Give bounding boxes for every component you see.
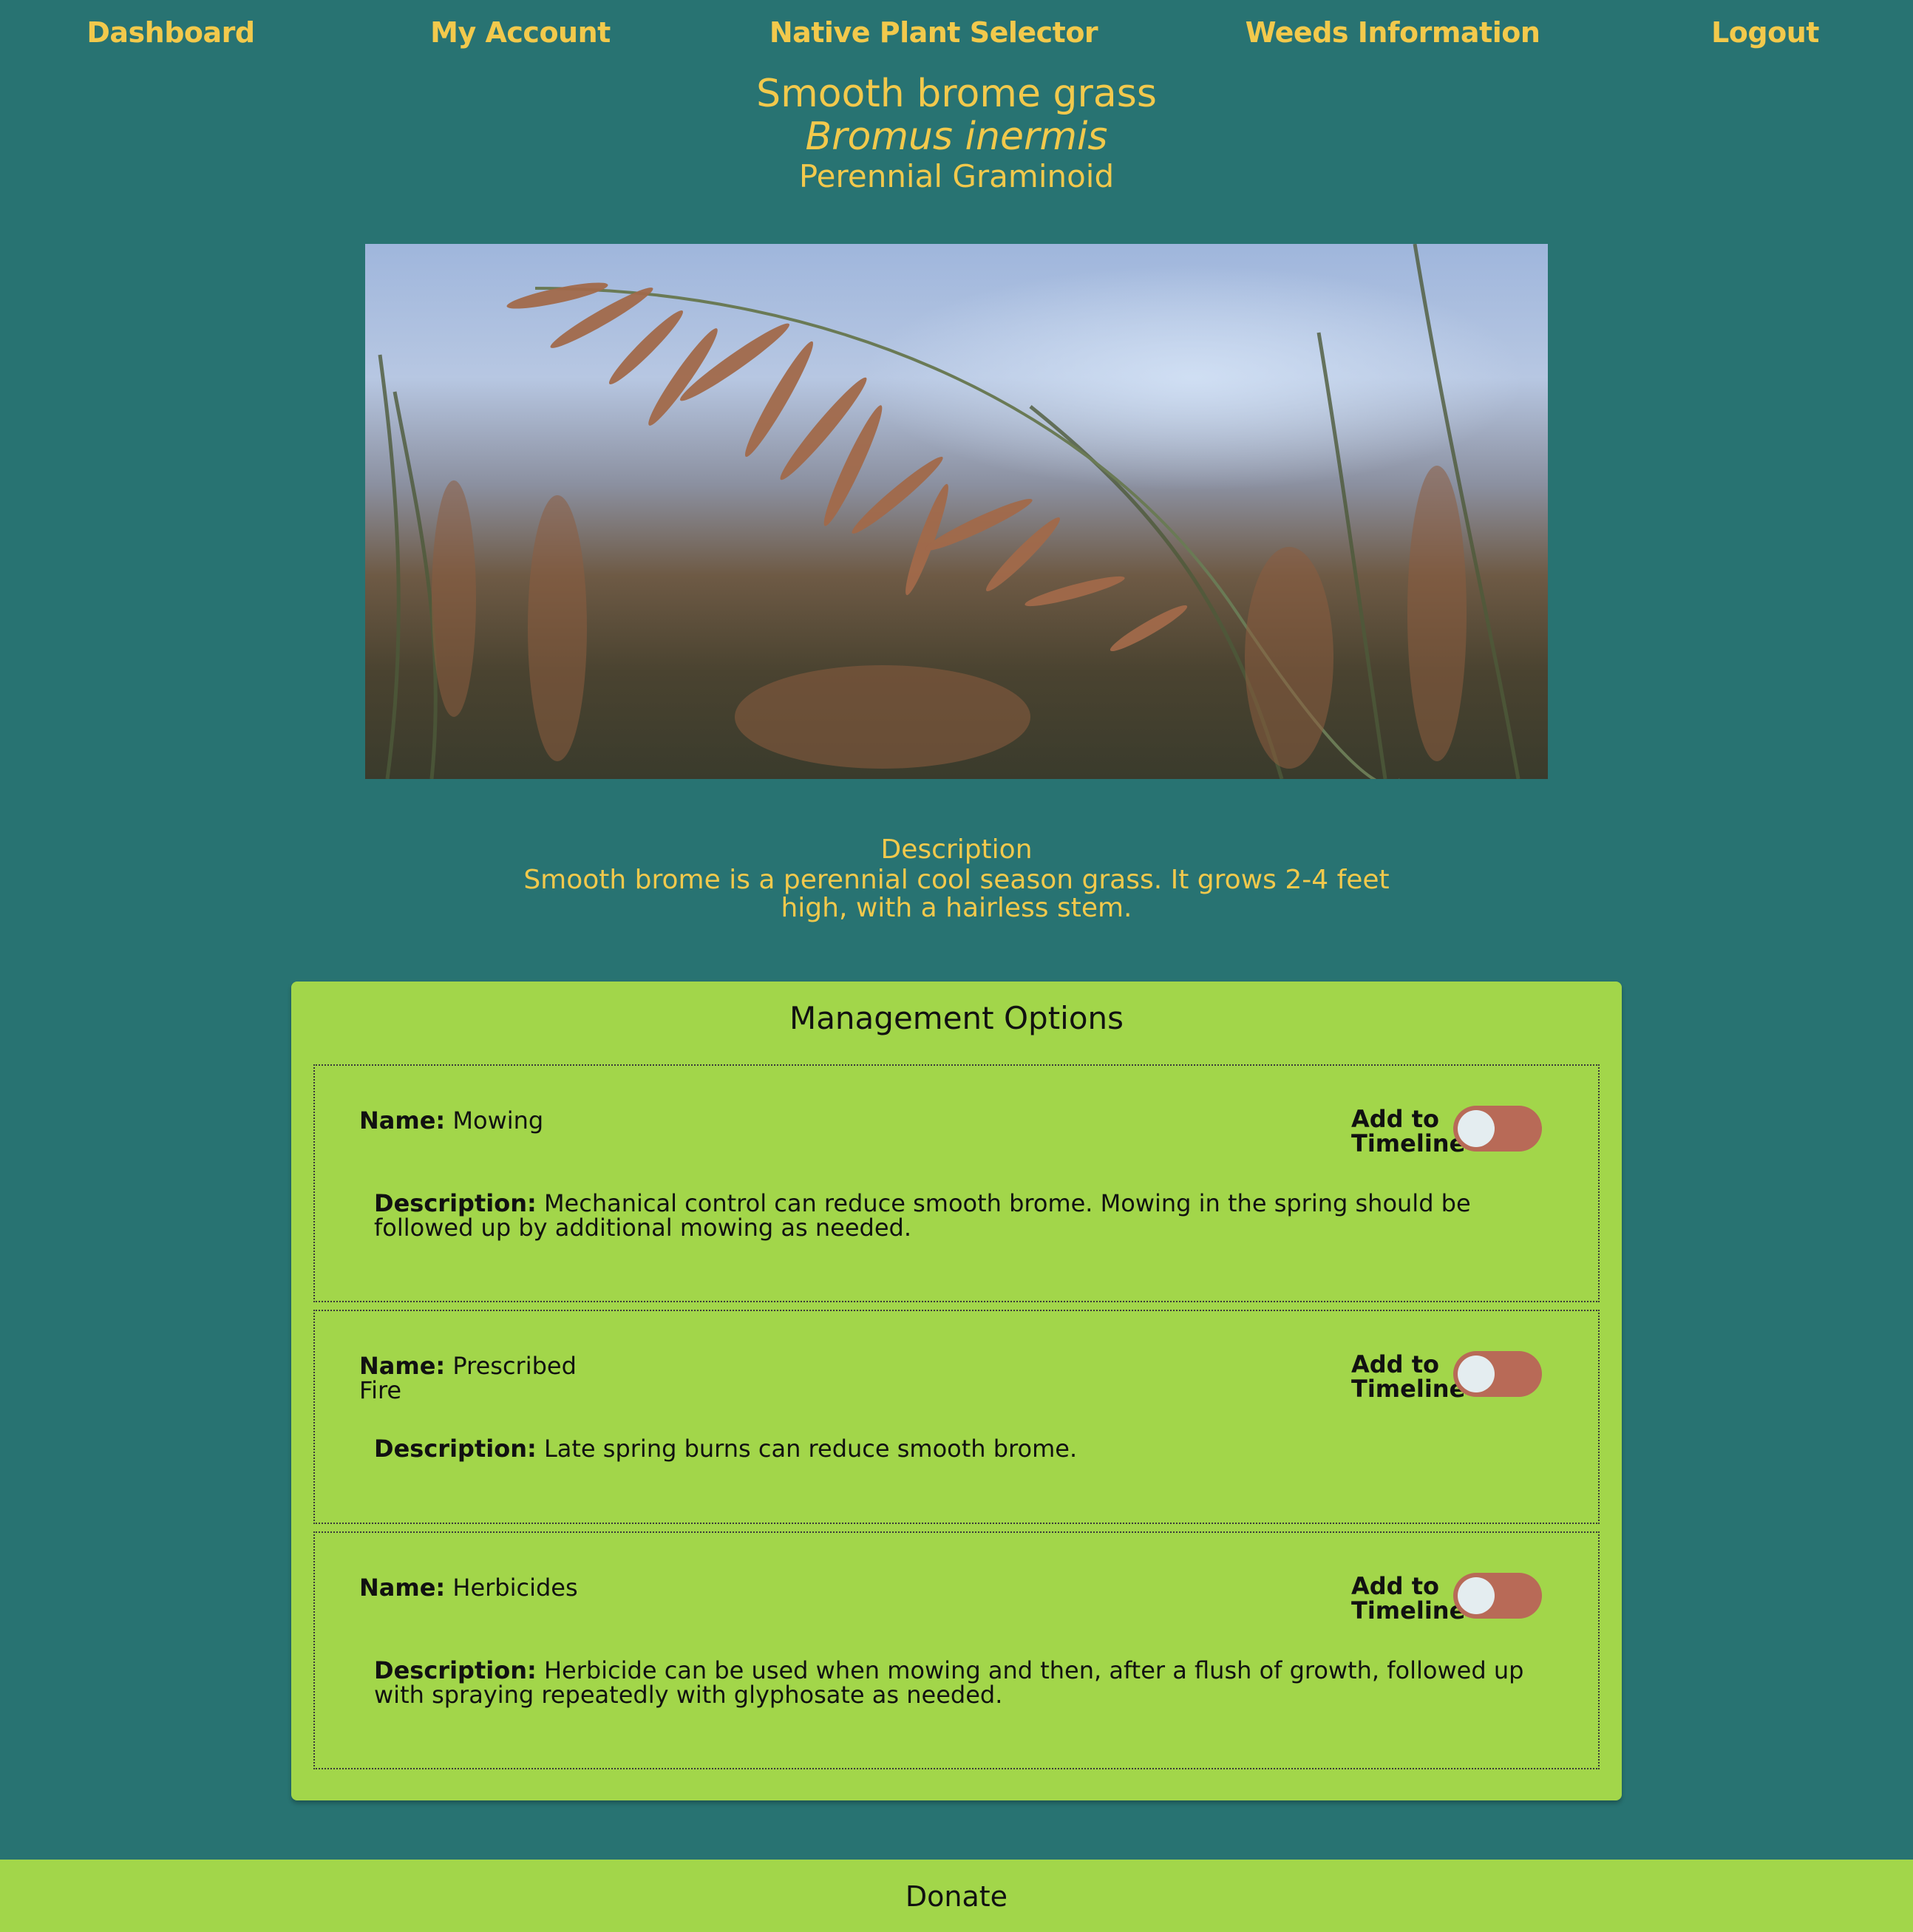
- option-description-text: Late spring burns can reduce smooth brom…: [543, 1435, 1078, 1463]
- nav-native-plant-selector-link[interactable]: Native Plant Selector: [769, 16, 1098, 49]
- plant-description-text: Smooth brome is a perennial cool season …: [523, 865, 1390, 923]
- option-name: Name: Herbicides: [359, 1576, 581, 1600]
- management-options-title: Management Options: [789, 1000, 1124, 1036]
- option-description-text: Mechanical control can reduce smooth bro…: [374, 1189, 1471, 1242]
- toggle-knob: [1458, 1110, 1495, 1147]
- option-description: Description: Mechanical control can redu…: [374, 1191, 1557, 1240]
- option-name-label: Name:: [359, 1106, 446, 1135]
- nav-logout-link[interactable]: Logout: [1711, 16, 1819, 49]
- plant-photo: [365, 244, 1548, 779]
- add-to-timeline-toggle[interactable]: [1453, 1573, 1542, 1619]
- management-options-panel: Management Options Name: Mowing Add to T…: [291, 982, 1622, 1800]
- plant-type: Perennial Graminoid: [798, 158, 1115, 194]
- nav-dashboard-link[interactable]: Dashboard: [86, 16, 255, 49]
- add-to-timeline-label: Add to Timeline: [1351, 1572, 1466, 1625]
- add-to-timeline-toggle[interactable]: [1453, 1351, 1542, 1397]
- add-to-timeline-toggle[interactable]: [1453, 1106, 1542, 1152]
- plant-common-name: Smooth brome grass: [756, 72, 1157, 116]
- nav-my-account-link[interactable]: My Account: [430, 16, 611, 49]
- donate-link[interactable]: Donate: [905, 1880, 1008, 1913]
- management-option-mowing: Name: Mowing Add to Timeline Description…: [313, 1064, 1600, 1302]
- toggle-knob: [1458, 1577, 1495, 1614]
- management-option-prescribed-fire: Name: Prescribed Fire Add to Timeline De…: [313, 1310, 1600, 1524]
- plant-header: Smooth brome grass Bromus inermis Perenn…: [0, 70, 1913, 197]
- nav-weeds-information-link[interactable]: Weeds Information: [1246, 16, 1540, 49]
- footer-bar: Donate: [0, 1860, 1913, 1932]
- option-description: Description: Herbicide can be used when …: [374, 1659, 1557, 1707]
- option-description-text: Herbicide can be used when mowing and th…: [374, 1656, 1524, 1709]
- option-name: Name: Mowing: [359, 1109, 581, 1133]
- option-name-value: Herbicides: [452, 1574, 578, 1602]
- top-nav: Dashboard My Account Native Plant Select…: [0, 0, 1913, 74]
- add-to-timeline-label: Add to Timeline: [1351, 1350, 1466, 1403]
- option-description: Description: Late spring burns can reduc…: [374, 1437, 1557, 1461]
- description-heading: Description: [880, 834, 1033, 865]
- plant-scientific-name: Bromus inermis: [805, 115, 1108, 159]
- plant-description-section: Description Smooth brome is a perennial …: [0, 834, 1913, 922]
- add-to-timeline-label: Add to Timeline: [1351, 1105, 1466, 1157]
- option-name: Name: Prescribed Fire: [359, 1354, 581, 1403]
- toggle-knob: [1458, 1356, 1495, 1392]
- option-description-label: Description:: [374, 1435, 537, 1463]
- option-name-label: Name:: [359, 1574, 446, 1602]
- management-option-herbicides: Name: Herbicides Add to Timeline Descrip…: [313, 1531, 1600, 1769]
- option-name-value: Mowing: [452, 1106, 544, 1135]
